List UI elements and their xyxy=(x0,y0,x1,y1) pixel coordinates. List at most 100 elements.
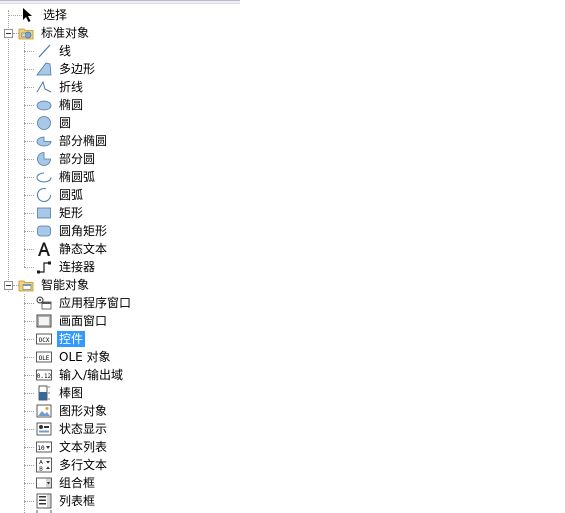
tree-item-label: 列表框 xyxy=(59,494,96,508)
tree-line xyxy=(24,501,34,502)
tree-line xyxy=(24,429,34,430)
tree-line xyxy=(24,447,34,448)
polyline-icon xyxy=(36,79,52,95)
tree-group-smart-objects[interactable]: 智能对象 xyxy=(18,276,91,294)
list-box-icon xyxy=(36,493,52,509)
tree-item-label: 状态显示 xyxy=(59,422,108,436)
bar-graph-icon xyxy=(36,385,52,401)
io-field-icon: 0.12 xyxy=(36,367,52,383)
tree-item-multiline-text[interactable]: AB 多行文本 xyxy=(36,456,109,474)
tree-item-label: 圆弧 xyxy=(59,188,84,202)
tree-line xyxy=(24,483,34,484)
tree-item-label: 控件 xyxy=(57,331,86,347)
tree-group-standard-objects[interactable]: 标准对象 xyxy=(18,24,91,42)
svg-text:0.12: 0.12 xyxy=(37,373,52,380)
tree-line xyxy=(24,339,34,340)
tree-item-label: 矩形 xyxy=(59,206,84,220)
tree-item-ellipse-arc[interactable]: 椭圆弧 xyxy=(36,168,97,186)
tree-item-rounded-rectangle[interactable]: 圆角矩形 xyxy=(36,222,109,240)
polygon-icon xyxy=(36,61,52,77)
tree-item-label: OLE 对象 xyxy=(59,350,111,364)
tree-item-list-box[interactable]: 列表框 xyxy=(36,492,97,510)
tree-line xyxy=(24,123,34,124)
tree-item-label: 圆角矩形 xyxy=(59,224,108,238)
tree-item-ellipse-segment[interactable]: 部分椭圆 xyxy=(36,132,109,150)
tree-item-ocx-control[interactable]: OCX 控件 xyxy=(36,330,86,348)
svg-text:OCX: OCX xyxy=(39,337,50,344)
text-list-icon: 10 xyxy=(36,439,52,455)
folder-smart-icon xyxy=(18,277,34,293)
ellipse-icon xyxy=(36,97,52,113)
tree-branch-line-standard xyxy=(24,42,25,267)
collapse-toggle-smart[interactable] xyxy=(4,281,13,290)
tree-item-label: 组合框 xyxy=(59,476,96,490)
ole-object-icon: OLE xyxy=(36,349,52,365)
tree-item-status-display[interactable]: 状态显示 xyxy=(36,420,109,438)
tree-item-io-field[interactable]: 0.12 输入/输出域 xyxy=(36,366,125,384)
tree-line xyxy=(24,105,34,106)
tree-item-polyline[interactable]: 折线 xyxy=(36,78,85,96)
tree-line xyxy=(24,303,34,304)
tree-item-bar-graph[interactable]: 棒图 xyxy=(36,384,85,402)
tree-item-label: 圆 xyxy=(59,116,72,130)
tree-item-rectangle[interactable]: 矩形 xyxy=(36,204,85,222)
tree-item-select[interactable]: 选择 xyxy=(20,6,69,24)
ellipse-arc-icon xyxy=(36,169,52,185)
tree-item-picture-window[interactable]: 画面窗口 xyxy=(36,312,109,330)
connector-icon xyxy=(36,259,52,275)
tree-line xyxy=(24,213,34,214)
tree-item-label: 输入/输出域 xyxy=(59,368,124,382)
picture-window-icon xyxy=(36,313,52,329)
tree-line xyxy=(24,357,34,358)
rectangle-icon xyxy=(36,205,52,221)
tree-item-label: 连接器 xyxy=(59,260,96,274)
tree-item-label: 多行文本 xyxy=(59,458,108,472)
tree-item-application-window[interactable]: 应用程序窗口 xyxy=(36,294,133,312)
circle-segment-icon xyxy=(36,151,52,167)
tree-line xyxy=(24,231,34,232)
tree-line xyxy=(24,69,34,70)
tree-item-label: 多边形 xyxy=(59,62,96,76)
panel-top-border xyxy=(0,0,240,4)
tree-item-label: 选择 xyxy=(43,8,68,22)
tree-line xyxy=(24,249,34,250)
tree-item-ellipse[interactable]: 椭圆 xyxy=(36,96,85,114)
tree-line xyxy=(24,465,34,466)
tree-item-label: 文本列表 xyxy=(59,440,108,454)
tree-item-combo-box[interactable]: 组合框 xyxy=(36,474,97,492)
tree-line xyxy=(24,375,34,376)
tree-branch-line-smart xyxy=(24,294,25,513)
circle-icon xyxy=(36,115,52,131)
application-window-icon xyxy=(36,295,52,311)
cursor-arrow-icon xyxy=(20,7,36,23)
svg-text:10: 10 xyxy=(37,445,45,452)
rounded-rectangle-icon xyxy=(36,223,52,239)
tree-root-line xyxy=(8,10,9,292)
tree-item-label: 棒图 xyxy=(59,386,84,400)
tree-item-label: 图形对象 xyxy=(59,404,108,418)
ocx-control-icon: OCX xyxy=(36,331,52,347)
tree-item-graphic-object[interactable]: 图形对象 xyxy=(36,402,109,420)
tree-item-label: 静态文本 xyxy=(59,242,108,256)
tree-line xyxy=(24,321,34,322)
tree-item-static-text[interactable]: 静态文本 xyxy=(36,240,109,258)
tree-item-text-list[interactable]: 10 文本列表 xyxy=(36,438,109,456)
tree-line xyxy=(24,411,34,412)
object-palette-tree: 选择 标准对象 线 多边形 折线 椭圆 圆 部分椭圆 部分圆 椭圆弧 圆弧 矩形… xyxy=(0,6,240,513)
tree-item-circle-segment[interactable]: 部分圆 xyxy=(36,150,97,168)
tree-line xyxy=(24,393,34,394)
tree-item-circle-arc[interactable]: 圆弧 xyxy=(36,186,85,204)
tree-item-line[interactable]: 线 xyxy=(36,42,73,60)
tree-item-circle[interactable]: 圆 xyxy=(36,114,73,132)
tree-item-ole-object[interactable]: OLE OLE 对象 xyxy=(36,348,113,366)
folder-shapes-icon xyxy=(18,25,34,41)
tree-item-label: 部分圆 xyxy=(59,152,96,166)
tree-line xyxy=(24,267,34,268)
multiline-text-icon: AB xyxy=(36,457,52,473)
combo-box-icon xyxy=(36,475,52,491)
tree-item-connector[interactable]: 连接器 xyxy=(36,258,97,276)
svg-text:A: A xyxy=(39,460,43,466)
tree-item-polygon[interactable]: 多边形 xyxy=(36,60,97,78)
tree-line xyxy=(24,51,34,52)
collapse-toggle-standard[interactable] xyxy=(4,29,13,38)
